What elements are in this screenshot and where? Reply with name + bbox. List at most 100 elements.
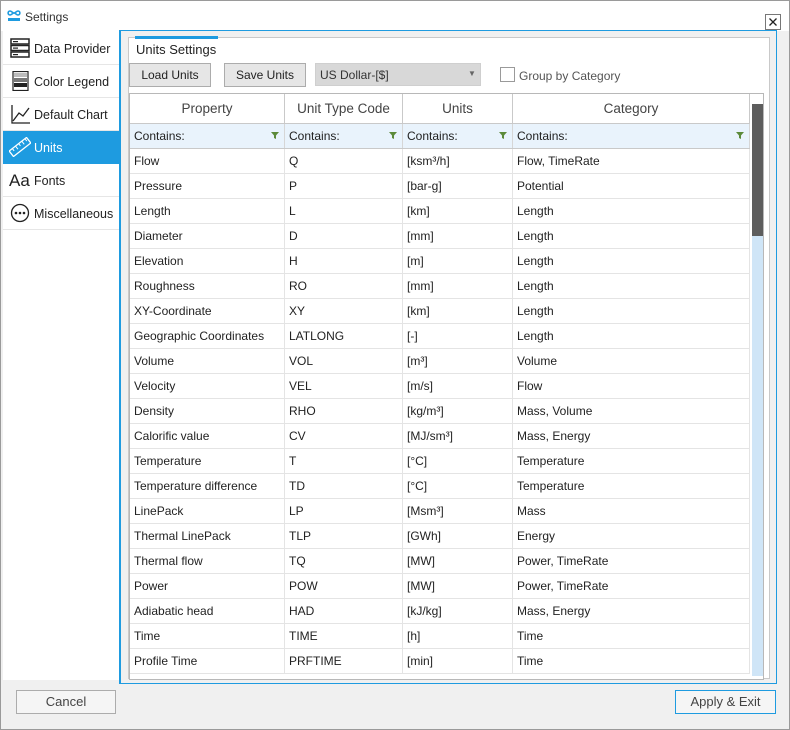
sidebar-item-color-legend[interactable]: Color Legend bbox=[3, 65, 119, 98]
table-row[interactable]: LinePack LP [Msm³] Mass bbox=[130, 499, 750, 524]
table-row[interactable]: Time TIME [h] Time bbox=[130, 624, 750, 649]
cell-units: [m³] bbox=[403, 349, 513, 374]
cell-unit-type-code: LP bbox=[285, 499, 403, 524]
cell-property: Geographic Coordinates bbox=[130, 324, 285, 349]
table-row[interactable]: Temperature T [°C] Temperature bbox=[130, 449, 750, 474]
group-by-category-checkbox[interactable] bbox=[500, 67, 515, 82]
table-row[interactable]: Volume VOL [m³] Volume bbox=[130, 349, 750, 374]
cell-property: Power bbox=[130, 574, 285, 599]
filter-unit-type-code[interactable]: Contains: bbox=[285, 124, 403, 148]
cell-unit-type-code: T bbox=[285, 449, 403, 474]
table-row[interactable]: Pressure P [bar-g] Potential bbox=[130, 174, 750, 199]
cell-category: Temperature bbox=[513, 449, 750, 474]
sidebar-item-fonts[interactable]: Aa Fonts bbox=[3, 164, 119, 197]
cell-unit-type-code: CV bbox=[285, 424, 403, 449]
close-button[interactable] bbox=[765, 14, 781, 30]
cell-unit-type-code: L bbox=[285, 199, 403, 224]
table-row[interactable]: Adiabatic head HAD [kJ/kg] Mass, Energy bbox=[130, 599, 750, 624]
table-row[interactable]: Geographic Coordinates LATLONG [-] Length bbox=[130, 324, 750, 349]
save-units-button[interactable]: Save Units bbox=[224, 63, 306, 87]
filter-funnel-icon[interactable] bbox=[271, 132, 279, 139]
sidebar-item-miscellaneous[interactable]: Miscellaneous bbox=[3, 197, 119, 230]
table-row[interactable]: Thermal flow TQ [MW] Power, TimeRate bbox=[130, 549, 750, 574]
table-row[interactable]: Thermal LinePack TLP [GWh] Energy bbox=[130, 524, 750, 549]
cell-unit-type-code: RHO bbox=[285, 399, 403, 424]
cell-property: XY-Coordinate bbox=[130, 299, 285, 324]
table-row[interactable]: Roughness RO [mm] Length bbox=[130, 274, 750, 299]
cell-units: [km] bbox=[403, 199, 513, 224]
sidebar-item-label: Default Chart bbox=[34, 108, 108, 122]
cell-units: [Msm³] bbox=[403, 499, 513, 524]
table-row[interactable]: Density RHO [kg/m³] Mass, Volume bbox=[130, 399, 750, 424]
cell-units: [-] bbox=[403, 324, 513, 349]
column-header-units[interactable]: Units bbox=[403, 94, 513, 123]
filter-property[interactable]: Contains: bbox=[130, 124, 285, 148]
filter-units[interactable]: Contains: bbox=[403, 124, 513, 148]
cell-unit-type-code: TIME bbox=[285, 624, 403, 649]
app-logo-icon bbox=[7, 10, 21, 21]
filter-label: Contains: bbox=[517, 129, 568, 143]
cell-unit-type-code: LATLONG bbox=[285, 324, 403, 349]
cell-property: Time bbox=[130, 624, 285, 649]
column-header-category[interactable]: Category bbox=[513, 94, 750, 123]
svg-text:Aa: Aa bbox=[9, 171, 30, 190]
table-row[interactable]: Flow Q [ksm³/h] Flow, TimeRate bbox=[130, 149, 750, 174]
filter-funnel-icon[interactable] bbox=[736, 132, 744, 139]
sidebar-item-default-chart[interactable]: Default Chart bbox=[3, 98, 119, 131]
cell-unit-type-code: H bbox=[285, 249, 403, 274]
sidebar-item-label: Data Provider bbox=[34, 42, 111, 56]
cell-unit-type-code: P bbox=[285, 174, 403, 199]
table-row[interactable]: Power POW [MW] Power, TimeRate bbox=[130, 574, 750, 599]
table-row[interactable]: XY-Coordinate XY [km] Length bbox=[130, 299, 750, 324]
cell-units: [m] bbox=[403, 249, 513, 274]
filter-funnel-icon[interactable] bbox=[389, 132, 397, 139]
cell-units: [°C] bbox=[403, 474, 513, 499]
sidebar-item-data-provider[interactable]: Data Provider bbox=[3, 32, 119, 65]
table-row[interactable]: Temperature difference TD [°C] Temperature bbox=[130, 474, 750, 499]
cell-units: [MW] bbox=[403, 574, 513, 599]
scrollbar-thumb[interactable] bbox=[752, 104, 763, 236]
filter-funnel-icon[interactable] bbox=[499, 132, 507, 139]
cell-units: [h] bbox=[403, 624, 513, 649]
table-row[interactable]: Elevation H [m] Length bbox=[130, 249, 750, 274]
cell-unit-type-code: XY bbox=[285, 299, 403, 324]
settings-sidebar: Data Provider Color Legend Default Chart… bbox=[3, 30, 119, 680]
table-row[interactable]: Length L [km] Length bbox=[130, 199, 750, 224]
cell-property: LinePack bbox=[130, 499, 285, 524]
table-row[interactable]: Diameter D [mm] Length bbox=[130, 224, 750, 249]
more-icon bbox=[10, 203, 30, 223]
cell-unit-type-code: HAD bbox=[285, 599, 403, 624]
cell-property: Flow bbox=[130, 149, 285, 174]
filter-category[interactable]: Contains: bbox=[513, 124, 750, 148]
color-legend-icon bbox=[12, 71, 29, 91]
cell-category: Time bbox=[513, 649, 750, 674]
cell-unit-type-code: Q bbox=[285, 149, 403, 174]
cancel-button[interactable]: Cancel bbox=[16, 690, 116, 714]
cell-unit-type-code: VEL bbox=[285, 374, 403, 399]
cell-property: Length bbox=[130, 199, 285, 224]
cell-category: Temperature bbox=[513, 474, 750, 499]
column-header-property[interactable]: Property bbox=[130, 94, 285, 123]
sidebar-item-label: Color Legend bbox=[34, 75, 110, 89]
table-row[interactable]: Calorific value CV [MJ/sm³] Mass, Energy bbox=[130, 424, 750, 449]
cell-unit-type-code: D bbox=[285, 224, 403, 249]
cell-unit-type-code: TD bbox=[285, 474, 403, 499]
cell-category: Potential bbox=[513, 174, 750, 199]
cell-category: Power, TimeRate bbox=[513, 574, 750, 599]
load-units-button[interactable]: Load Units bbox=[129, 63, 211, 87]
cell-unit-type-code: VOL bbox=[285, 349, 403, 374]
cell-units: [°C] bbox=[403, 449, 513, 474]
sidebar-item-units[interactable]: Units bbox=[3, 131, 119, 164]
cell-units: [km] bbox=[403, 299, 513, 324]
dropdown-arrow-icon: ▼ bbox=[468, 69, 476, 78]
table-row[interactable]: Velocity VEL [m/s] Flow bbox=[130, 374, 750, 399]
currency-dropdown[interactable]: US Dollar-[$] ▼ bbox=[315, 63, 481, 86]
apply-exit-button[interactable]: Apply & Exit bbox=[675, 690, 776, 714]
cell-category: Length bbox=[513, 224, 750, 249]
cell-units: [mm] bbox=[403, 274, 513, 299]
cell-units: [mm] bbox=[403, 224, 513, 249]
column-header-unit-type-code[interactable]: Unit Type Code bbox=[285, 94, 403, 123]
table-row[interactable]: Profile Time PRFTIME [min] Time bbox=[130, 649, 750, 674]
filter-label: Contains: bbox=[289, 129, 340, 143]
cell-property: Diameter bbox=[130, 224, 285, 249]
